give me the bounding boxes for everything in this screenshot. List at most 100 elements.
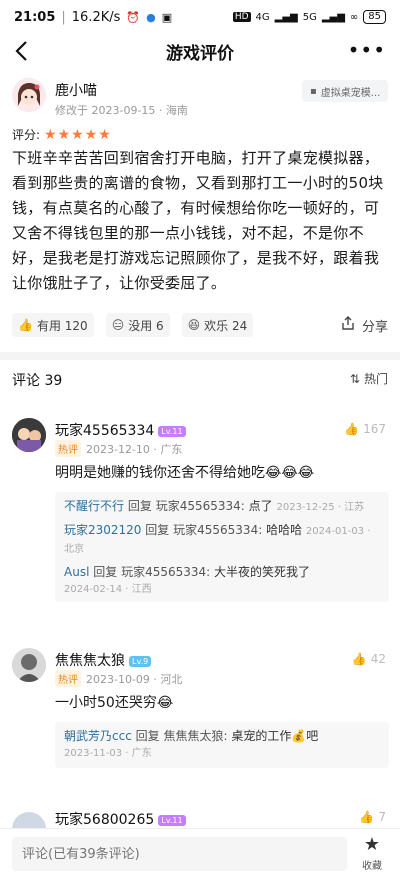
funny-label: 欢乐 24 [204,318,248,333]
alarm-icon: ⏰ [126,10,141,24]
thumbs-up-icon: 👍 [18,318,33,332]
share-button[interactable]: 分享 [340,315,388,335]
reply-text: 点了 [248,499,273,513]
hot-comment-badge: 热评 [55,440,81,457]
funny-button[interactable]: 😆 欢乐 24 [181,313,254,337]
comment-author-name: 焦焦焦太狼 [55,653,125,669]
back-icon[interactable] [12,38,36,64]
useful-button[interactable]: 👍 有用 120 [12,313,94,337]
comment-meta: 2023-12-10 · 广东 [86,443,183,456]
reply-verb: 回复 [145,523,170,537]
useful-label: 有用 120 [36,318,88,333]
network-5g: 5G [302,11,317,23]
share-icon [340,315,356,335]
reply-target: 玩家45565334: [173,523,263,537]
comment-author[interactable]: 玩家56800265 Lv.11 [55,809,186,828]
top-nav: 游戏评价 ••• [0,34,400,68]
reply-item: 不醒行不行 回复 玩家45565334: 点了 2023-12-25 · 江苏 [64,498,380,516]
useless-label: 没用 6 [128,318,164,333]
thumbs-up-icon: 👍 [359,810,375,824]
review-body: 下班辛辛苦苦回到宿舍打开电脑，打开了桌宠模拟器，看到那些贵的离谱的食物，又看到那… [12,149,384,292]
level-badge: Lv.9 [129,655,152,667]
like-count: 167 [363,422,386,436]
hd-badge: HD [232,12,251,22]
reply-meta: 2023-12-25 · 江苏 [276,502,365,513]
more-icon[interactable]: ••• [348,38,386,62]
reply-list[interactable]: 朝武芳乃ccc 回复 焦焦焦太狼: 桌宠的工作💰吧 2023-11-03 · 广… [55,722,389,768]
comment-item: 焦焦焦太狼 Lv.9 热评 2023-10-09 · 河北 👍 42 一小时50还… [0,644,400,784]
review-actions: 👍 有用 120 😑 没用 6 😆 欢乐 24 分享 [12,312,388,338]
reply-list[interactable]: 不醒行不行 回复 玩家45565334: 点了 2023-12-25 · 江苏 … [55,492,389,602]
level-badge: Lv.11 [158,814,186,826]
reply-meta: 2024-02-14 · 江西 [64,584,152,595]
comments-header: 评论 39 ⇅ 热门 [0,368,400,392]
avatar[interactable] [12,648,46,682]
comment-item: 玩家56800265 Lv.11 👍 7 [0,806,400,828]
comment-like-button[interactable]: 👍 42 [352,652,386,666]
game-icon: ▪ [310,85,317,97]
link-icon: ∞ [349,11,359,23]
reply-author[interactable]: 朝武芳乃ccc [64,729,132,743]
hot-comment-badge: 热评 [55,670,81,687]
reply-text: 大半夜的笑死我了 [214,565,311,579]
reply-target: 焦焦焦太狼: [163,729,228,743]
sort-hot-button[interactable]: ⇅ 热门 [350,370,388,387]
rating-stars-icon: ★★★★★ [44,126,112,143]
sort-label: 热门 [363,372,388,386]
rating-label: 评分: [12,128,41,142]
useless-button[interactable]: 😑 没用 6 [105,313,170,337]
comment-like-button[interactable]: 👍 7 [359,810,386,824]
game-tag[interactable]: ▪ 虚拟桌宠模... [302,80,388,102]
comment-author[interactable]: 玩家45565334 Lv.11 [55,420,186,440]
comment-like-button[interactable]: 👍 167 [344,422,386,436]
like-count: 7 [378,810,386,824]
avatar[interactable] [12,78,46,112]
reply-item: 朝武芳乃ccc 回复 焦焦焦太狼: 桌宠的工作💰吧 2023-11-03 · 广… [64,728,380,762]
reply-item: 玩家2302120 回复 玩家45565334: 哈哈哈 2024-01-03 … [64,522,380,558]
status-time: 21:05 [14,9,56,25]
reply-author[interactable]: Ausl [64,565,89,579]
star-icon: ★ [363,834,381,855]
avatar[interactable] [12,418,46,452]
reply-meta: 2023-11-03 · 广东 [64,748,152,759]
bottom-bar: ★ 收藏 [0,828,400,888]
review-header: 鹿小喵 修改于 2023-09-15 · 海南 ▪ 虚拟桌宠模... [0,76,400,126]
rating-row: 评分: ★★★★★ [12,126,112,143]
review-author[interactable]: 鹿小喵 [55,80,97,100]
comments-title: 评论 39 [12,373,63,389]
status-bar: 21:05 | 16.2K/s ⏰ ● ▣ HD 4G ▂▄▆ 5G ▂▄▆ ∞… [0,0,400,34]
section-divider [0,352,400,360]
notification-dot-icon: ● [146,10,156,24]
thumbs-up-icon: 👍 [351,652,367,666]
page-title: 游戏评价 [166,43,234,64]
sort-icon: ⇅ [349,371,360,386]
favorite-button[interactable]: ★ 收藏 [362,834,382,873]
reply-verb: 回复 [127,499,152,513]
like-count: 42 [370,652,386,666]
reply-author[interactable]: 不醒行不行 [64,499,124,513]
review-meta: 修改于 2023-09-15 · 海南 [55,104,188,117]
comment-author[interactable]: 焦焦焦太狼 Lv.9 [55,650,152,670]
share-label: 分享 [361,319,388,335]
level-badge: Lv.11 [158,425,186,437]
network-4g: 4G [255,11,270,23]
reply-author[interactable]: 玩家2302120 [64,523,141,537]
favorite-label: 收藏 [362,861,382,872]
meh-face-icon: 😑 [111,318,125,332]
comment-meta: 2023-10-09 · 河北 [86,673,183,686]
reply-verb: 回复 [93,565,118,579]
comment-input[interactable] [12,837,347,871]
avatar[interactable] [12,812,46,828]
comment-text: 一小时50还哭穷😂 [55,695,174,711]
reply-target: 玩家45565334: [155,499,245,513]
app-notification-icon: ▣ [161,10,173,24]
reply-item: Ausl 回复 玩家45565334: 大半夜的笑死我了 2024-02-14 … [64,564,380,598]
network-speed: 16.2K/s [71,9,121,25]
reply-target: 玩家45565334: [121,565,211,579]
signal-icon: ▂▄▆ [274,11,298,23]
laugh-face-icon: 😆 [187,318,201,332]
signal-icon-2: ▂▄▆ [321,11,345,23]
reply-text: 桌宠的工作💰吧 [231,729,319,743]
comment-item: 玩家45565334 Lv.11 热评 2023-12-10 · 广东 👍 167… [0,414,400,614]
reply-text: 哈哈哈 [266,523,303,537]
